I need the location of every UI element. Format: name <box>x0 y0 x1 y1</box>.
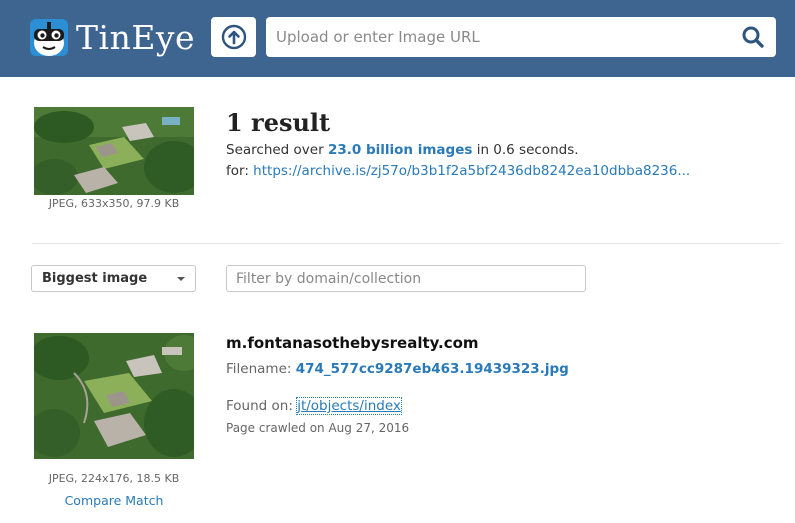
search-input[interactable] <box>266 17 721 57</box>
query-image-thumbnail[interactable] <box>34 107 194 195</box>
filename-label: Filename: <box>226 361 292 377</box>
upload-arrow-icon <box>221 24 246 50</box>
match-image-meta: JPEG, 224x176, 18.5 KB <box>48 472 180 485</box>
query-source: for: https://archive.is/zj57o/b3b1f2a5bf… <box>226 163 690 179</box>
found-on-label: Found on: <box>226 398 293 414</box>
tineye-logo[interactable]: TinEye <box>30 17 195 59</box>
results-count-heading: 1 result <box>226 108 331 137</box>
for-label: for: <box>226 163 249 179</box>
compare-match-link[interactable]: Compare Match <box>34 493 194 508</box>
searched-suffix: in 0.6 seconds. <box>476 142 579 158</box>
found-on-link[interactable]: jt/objects/index <box>296 397 402 415</box>
match-filename: Filename: 474_577cc9287eb463.19439323.jp… <box>226 361 569 377</box>
match-image-thumbnail[interactable] <box>34 333 194 459</box>
query-url-link[interactable]: https://archive.is/zj57o/b3b1f2a5bf2436d… <box>253 163 690 179</box>
upload-button[interactable] <box>211 17 256 57</box>
query-image-meta: JPEG, 633x350, 97.9 KB <box>48 197 180 210</box>
section-divider <box>32 243 781 244</box>
tineye-robot-logo-icon <box>30 19 68 56</box>
filename-link[interactable]: 474_577cc9287eb463.19439323.jpg <box>296 361 569 377</box>
brand-name: TinEye <box>76 18 196 57</box>
search-button[interactable] <box>740 24 766 50</box>
magnifier-icon <box>742 26 764 48</box>
index-count-link[interactable]: 23.0 billion images <box>328 142 472 158</box>
search-stats: Searched over 23.0 billion images in 0.6… <box>226 142 579 158</box>
crawl-date: Page crawled on Aug 27, 2016 <box>226 421 410 435</box>
sort-dropdown[interactable]: Biggest image <box>31 265 196 292</box>
chevron-down-icon <box>177 277 185 281</box>
top-header: TinEye <box>0 0 795 77</box>
searched-prefix: Searched over <box>226 142 324 158</box>
match-found-on: Found on: jt/objects/index <box>226 397 402 415</box>
sort-selected-label: Biggest image <box>42 271 148 286</box>
filter-input[interactable] <box>226 265 586 292</box>
match-domain: m.fontanasothebysrealty.com <box>226 334 479 352</box>
search-box <box>266 17 776 57</box>
